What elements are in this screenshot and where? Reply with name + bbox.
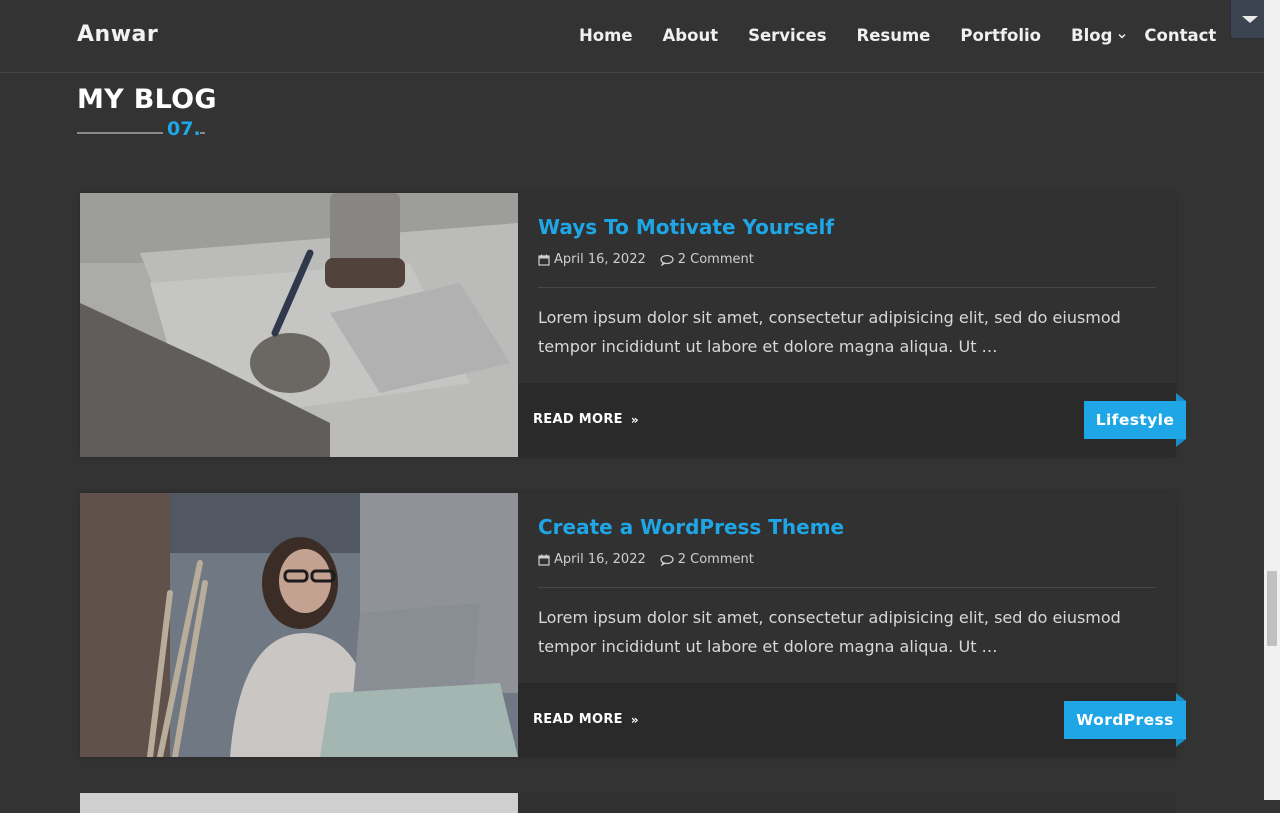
blog-card: Create a WordPress Theme April 16, 2022 … [80, 493, 1186, 757]
blog-card-partial [80, 793, 1176, 813]
read-more-link[interactable]: READ MORE » [533, 712, 639, 727]
tag-ribbon-corner [1176, 693, 1186, 701]
section-number: 07. [167, 118, 201, 140]
section-title: MY BLOG [77, 84, 217, 115]
nav-services[interactable]: Services [748, 26, 826, 45]
title-underline [77, 132, 163, 134]
post-excerpt: Lorem ipsum dolor sit amet, consectetur … [538, 608, 1121, 656]
comment-icon [660, 254, 674, 266]
post-meta: April 16, 2022 2 Comment [538, 552, 768, 567]
post-date[interactable]: April 16, 2022 [538, 252, 646, 267]
post-meta: April 16, 2022 2 Comment [538, 252, 768, 267]
nav-blog-label: Blog [1071, 26, 1113, 45]
post-divider [538, 287, 1156, 288]
nav-resume[interactable]: Resume [857, 26, 931, 45]
tag-ribbon-corner [1176, 393, 1186, 401]
post-footer: READ MORE » [518, 383, 1176, 457]
post-body: Ways To Motivate Yourself April 16, 2022… [518, 193, 1176, 383]
post-title[interactable]: Ways To Motivate Yourself [538, 215, 834, 239]
nav-contact[interactable]: Contact [1144, 26, 1216, 45]
nav-portfolio[interactable]: Portfolio [960, 26, 1041, 45]
post-comments-text: 2 Comment [677, 552, 754, 567]
post-thumbnail[interactable] [80, 793, 518, 813]
scrollbar-thumb[interactable] [1267, 571, 1277, 646]
nav-about[interactable]: About [663, 26, 719, 45]
post-comments[interactable]: 2 Comment [660, 252, 754, 267]
post-date-text: April 16, 2022 [554, 252, 646, 267]
post-thumbnail[interactable] [80, 493, 518, 757]
main-nav: Home About Services Resume Portfolio Blo… [579, 26, 1216, 45]
tag-ribbon-corner [1176, 739, 1186, 747]
calendar-icon [538, 254, 550, 266]
title-underline-end [200, 132, 205, 134]
post-divider [538, 587, 1156, 588]
site-header: Anwar Home About Services Resume Portfol… [0, 0, 1264, 73]
chevron-down-icon [1118, 33, 1126, 39]
double-chevron-right-icon: » [630, 412, 639, 427]
read-more-label: READ MORE [533, 412, 623, 427]
category-tag[interactable]: WordPress [1064, 701, 1186, 739]
post-date[interactable]: April 16, 2022 [538, 552, 646, 567]
double-chevron-right-icon: » [630, 712, 639, 727]
caret-down-icon [1242, 15, 1258, 23]
post-comments[interactable]: 2 Comment [660, 552, 754, 567]
read-more-link[interactable]: READ MORE » [533, 412, 639, 427]
blog-card: Ways To Motivate Yourself April 16, 2022… [80, 193, 1186, 457]
post-comments-text: 2 Comment [677, 252, 754, 267]
post-date-text: April 16, 2022 [554, 552, 646, 567]
nav-blog[interactable]: Blog [1071, 26, 1127, 45]
post-image-writing [80, 193, 518, 457]
post-title[interactable]: Create a WordPress Theme [538, 515, 844, 539]
post-thumbnail[interactable] [80, 193, 518, 457]
site-brand[interactable]: Anwar [77, 22, 158, 47]
post-excerpt: Lorem ipsum dolor sit amet, consectetur … [538, 308, 1121, 356]
page-scrollbar[interactable] [1264, 0, 1280, 800]
post-body: Create a WordPress Theme April 16, 2022 … [518, 493, 1176, 683]
tag-ribbon-corner [1176, 439, 1186, 447]
post-image-laptop [80, 493, 518, 757]
category-tag[interactable]: Lifestyle [1084, 401, 1186, 439]
nav-home[interactable]: Home [579, 26, 633, 45]
comment-icon [660, 554, 674, 566]
calendar-icon [538, 554, 550, 566]
read-more-label: READ MORE [533, 712, 623, 727]
